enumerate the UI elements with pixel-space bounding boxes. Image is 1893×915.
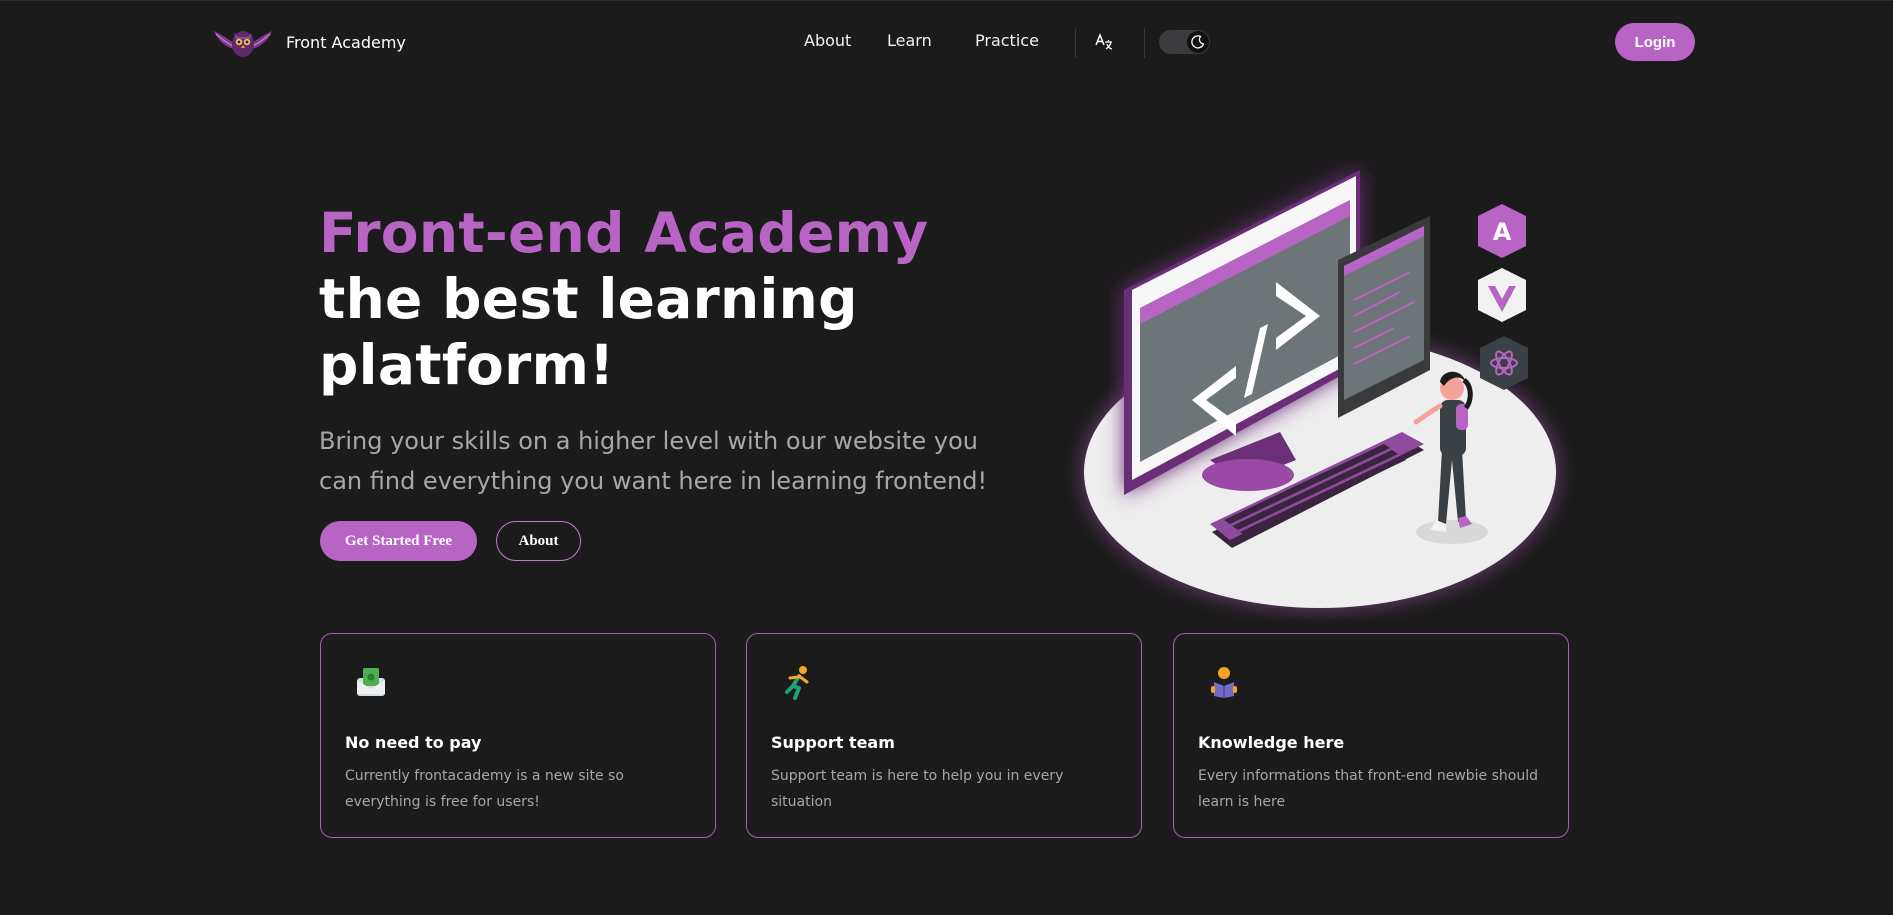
feature-title: No need to pay [345, 733, 482, 752]
hero-title-rest: the best learning platform! [319, 267, 858, 397]
nav-link-about[interactable]: About [804, 31, 851, 50]
nav-divider [1144, 28, 1145, 58]
translate-icon [1095, 33, 1113, 50]
hero-subtitle: Bring your skills on a higher level with… [319, 427, 988, 495]
feature-text: Support team is here to help you in ever… [771, 768, 1064, 810]
top-navbar: Front Academy About Learn Practice Login [0, 0, 1893, 82]
main-nav: About Learn Practice [0, 31, 1893, 55]
toggle-knob [1187, 31, 1209, 53]
hero-title-accent: Front-end Academy [319, 201, 929, 265]
dark-mode-toggle[interactable] [1159, 30, 1210, 54]
login-button[interactable]: Login [1615, 23, 1695, 61]
page: Front Academy About Learn Practice Login [0, 0, 1893, 915]
get-started-button[interactable]: Get Started Free [320, 521, 477, 561]
feature-card-support: Support team Support team is here to hel… [746, 633, 1142, 838]
runner-icon [785, 666, 809, 700]
money-envelope-icon [357, 668, 385, 696]
moon-icon [1191, 35, 1205, 49]
svg-text:A: A [1493, 218, 1512, 246]
language-button[interactable] [1093, 31, 1115, 53]
feature-text: Every informations that front-end newbie… [1198, 768, 1538, 810]
reader-icon [1211, 667, 1237, 698]
hero-illustration: A [1084, 170, 1556, 608]
feature-card-knowledge: Knowledge here Every informations that f… [1173, 633, 1569, 838]
feature-title: Knowledge here [1198, 733, 1345, 752]
hero-title: Front-end Academy the best learning plat… [319, 200, 959, 398]
hero-about-button[interactable]: About [496, 521, 581, 561]
feature-text: Currently frontacademy is a new site so … [345, 768, 624, 810]
nav-link-practice[interactable]: Practice [975, 31, 1039, 50]
feature-card-free: No need to pay Currently frontacademy is… [320, 633, 716, 838]
nav-link-learn[interactable]: Learn [887, 31, 932, 50]
feature-title: Support team [771, 733, 895, 752]
nav-divider [1075, 28, 1076, 58]
